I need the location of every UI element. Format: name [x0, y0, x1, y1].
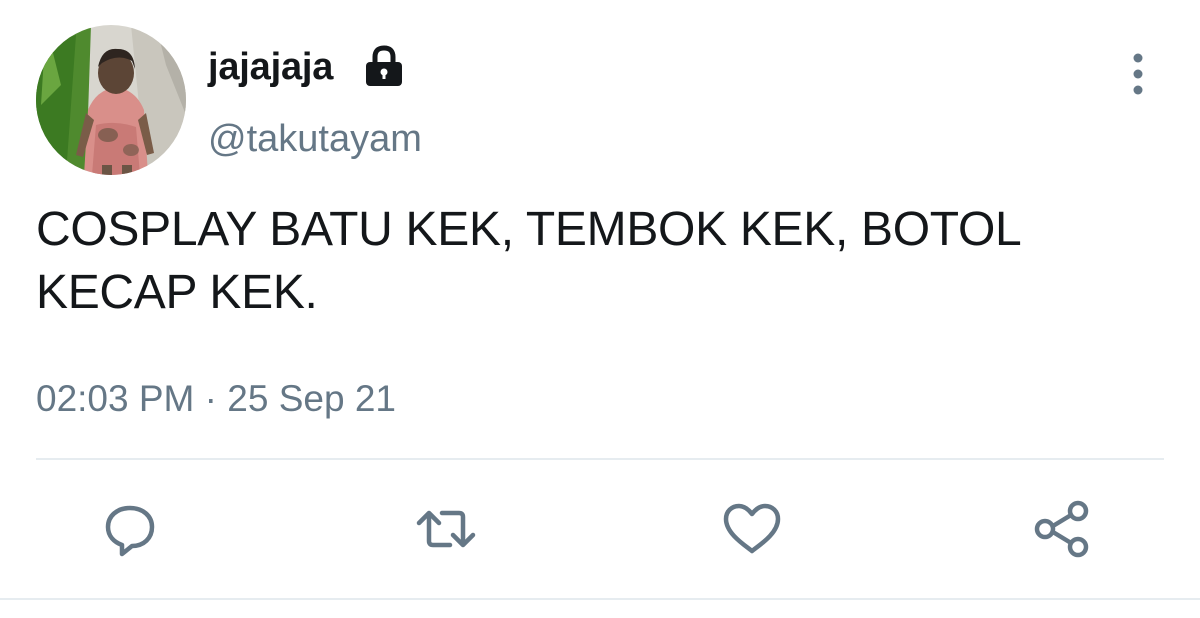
more-vertical-icon[interactable] [1120, 50, 1156, 98]
handle[interactable]: @takutayam [208, 116, 422, 162]
bottom-divider [0, 598, 1200, 600]
retweet-icon [416, 510, 476, 548]
retweet-button[interactable] [414, 497, 478, 561]
avatar[interactable] [36, 25, 186, 175]
tweet-time: 02:03 PM [36, 378, 195, 419]
tweet-card: jajajaja @takutayam COSPLAY BATU KEK, TE… [0, 0, 1200, 618]
meta-separator: · [204, 378, 217, 419]
share-icon [1034, 500, 1089, 558]
reply-button[interactable] [98, 497, 162, 561]
tweet-timestamp[interactable]: 02:03 PM · 25 Sep 21 [36, 376, 396, 422]
profile-photo [36, 25, 186, 175]
lock-icon [360, 42, 408, 90]
like-button[interactable] [720, 497, 784, 561]
tweet-date: 25 Sep 21 [227, 378, 396, 419]
tweet-text: COSPLAY BATU KEK, TEMBOK KEK, BOTOL KECA… [36, 203, 1020, 319]
display-name[interactable]: jajajaja [208, 44, 333, 90]
comment-icon [105, 505, 155, 557]
share-button[interactable] [1030, 497, 1094, 561]
divider [36, 458, 1164, 460]
heart-icon [723, 503, 781, 554]
